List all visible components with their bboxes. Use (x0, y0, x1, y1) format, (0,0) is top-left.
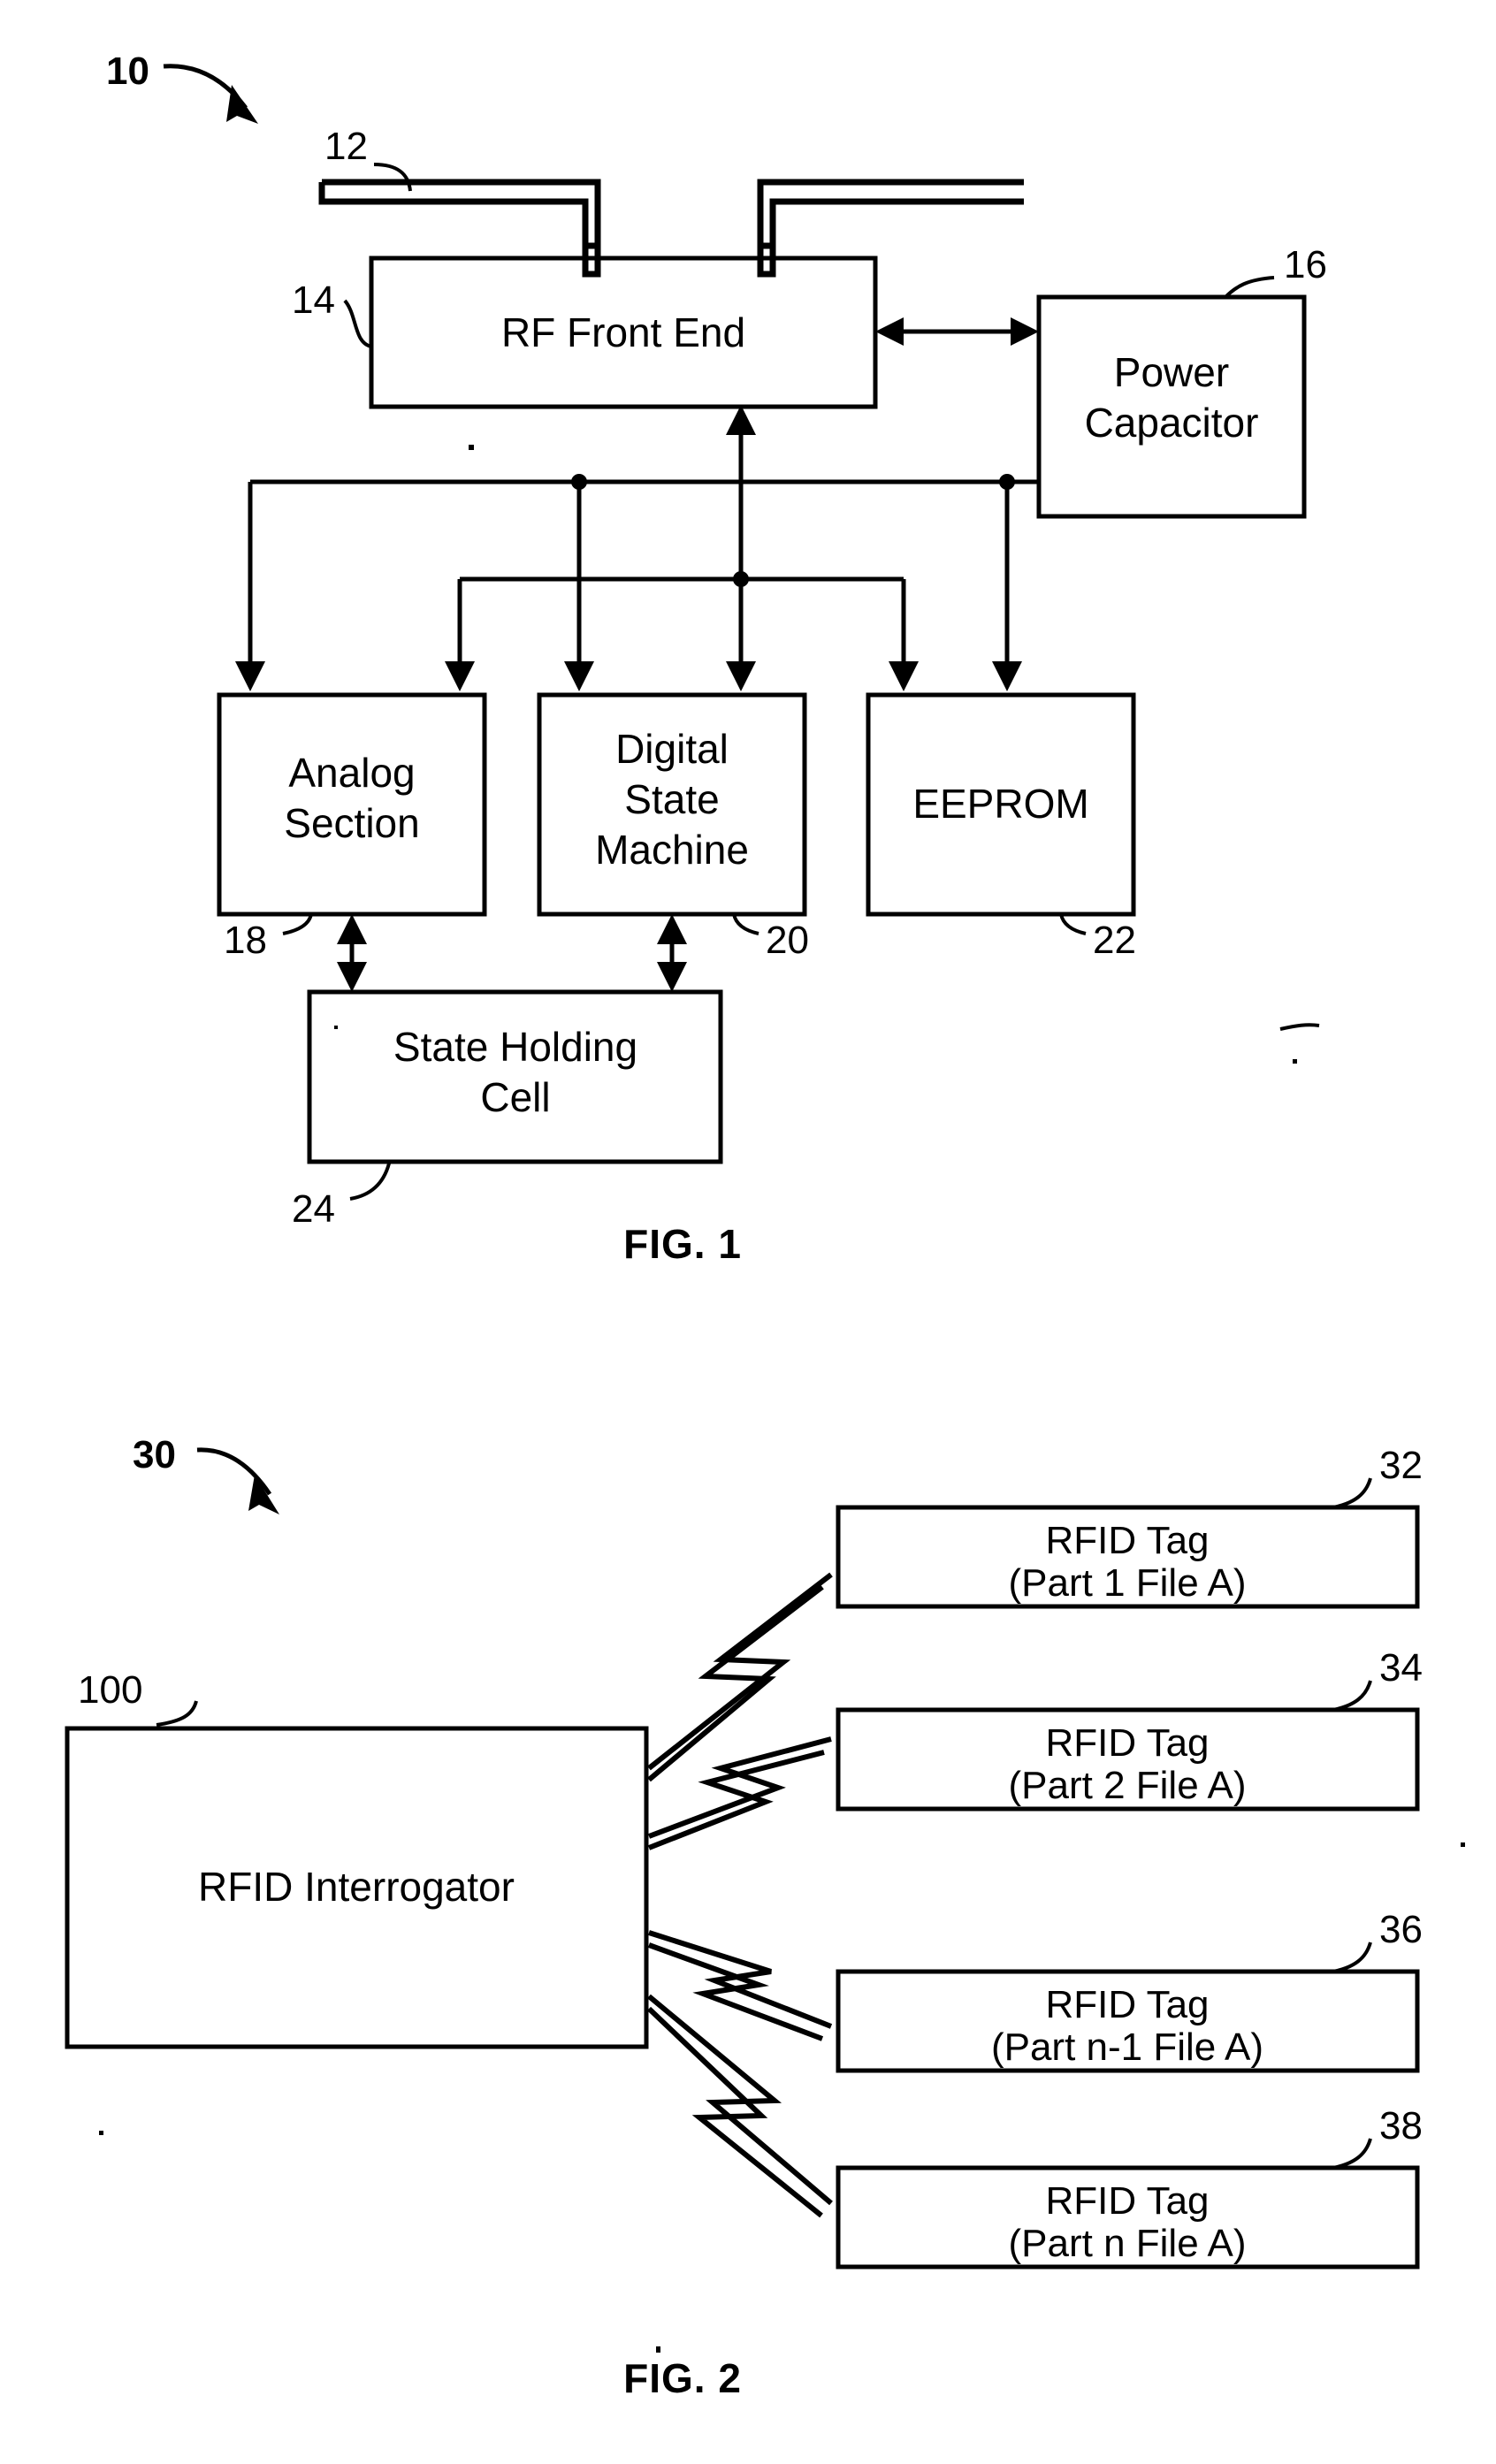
label-eeprom: EEPROM (912, 781, 1088, 827)
ref-22: 22 (1093, 919, 1136, 962)
figure-2-caption: FIG. 2 (623, 2355, 742, 2401)
label-power-capacitor-line2: Capacitor (1085, 400, 1259, 446)
ref-34: 34 (1379, 1646, 1423, 1690)
label-tag-32-line2: (Part 1 File A) (1009, 1561, 1247, 1605)
label-analog-section-line1: Analog (288, 750, 415, 796)
figures-text-layer: 10 12 14 16 18 20 22 24 RF Front End Pow… (78, 50, 1423, 2401)
ref-36: 36 (1379, 1908, 1423, 1951)
label-tag-32-line1: RFID Tag (1045, 1519, 1209, 1562)
ref-10: 10 (106, 50, 149, 93)
ref-16: 16 (1284, 243, 1327, 286)
label-tag-38-line1: RFID Tag (1045, 2179, 1209, 2223)
label-rf-front-end: RF Front End (501, 309, 745, 355)
patent-drawing-sheet: 10 12 14 16 18 20 22 24 RF Front End Pow… (0, 0, 1496, 2464)
label-analog-section-line2: Section (284, 800, 419, 846)
label-dsm-line3: Machine (595, 827, 749, 873)
label-tag-36-line2: (Part n-1 File A) (991, 2025, 1263, 2069)
ref-20: 20 (766, 919, 809, 962)
ref-18: 18 (224, 919, 267, 962)
label-rfid-interrogator: RFID Interrogator (198, 1864, 515, 1910)
ref-38: 38 (1379, 2104, 1423, 2147)
label-tag-36-line1: RFID Tag (1045, 1983, 1209, 2026)
label-power-capacitor-line1: Power (1114, 349, 1229, 395)
label-tag-38-line2: (Part n File A) (1009, 2222, 1247, 2265)
ref-14: 14 (292, 278, 335, 322)
label-dsm-line1: Digital (615, 726, 729, 772)
ref-30: 30 (133, 1433, 176, 1476)
figure-1-caption: FIG. 1 (623, 1221, 742, 1267)
label-tag-34-line1: RFID Tag (1045, 1721, 1209, 1765)
ref-100: 100 (78, 1668, 142, 1712)
label-state-holding-cell-line2: Cell (480, 1074, 550, 1120)
label-tag-34-line2: (Part 2 File A) (1009, 1764, 1247, 1807)
ref-32: 32 (1379, 1444, 1423, 1487)
ref-12: 12 (324, 125, 368, 168)
label-state-holding-cell-line1: State Holding (393, 1024, 637, 1070)
ref-24: 24 (292, 1187, 335, 1231)
label-dsm-line2: State (624, 776, 719, 822)
